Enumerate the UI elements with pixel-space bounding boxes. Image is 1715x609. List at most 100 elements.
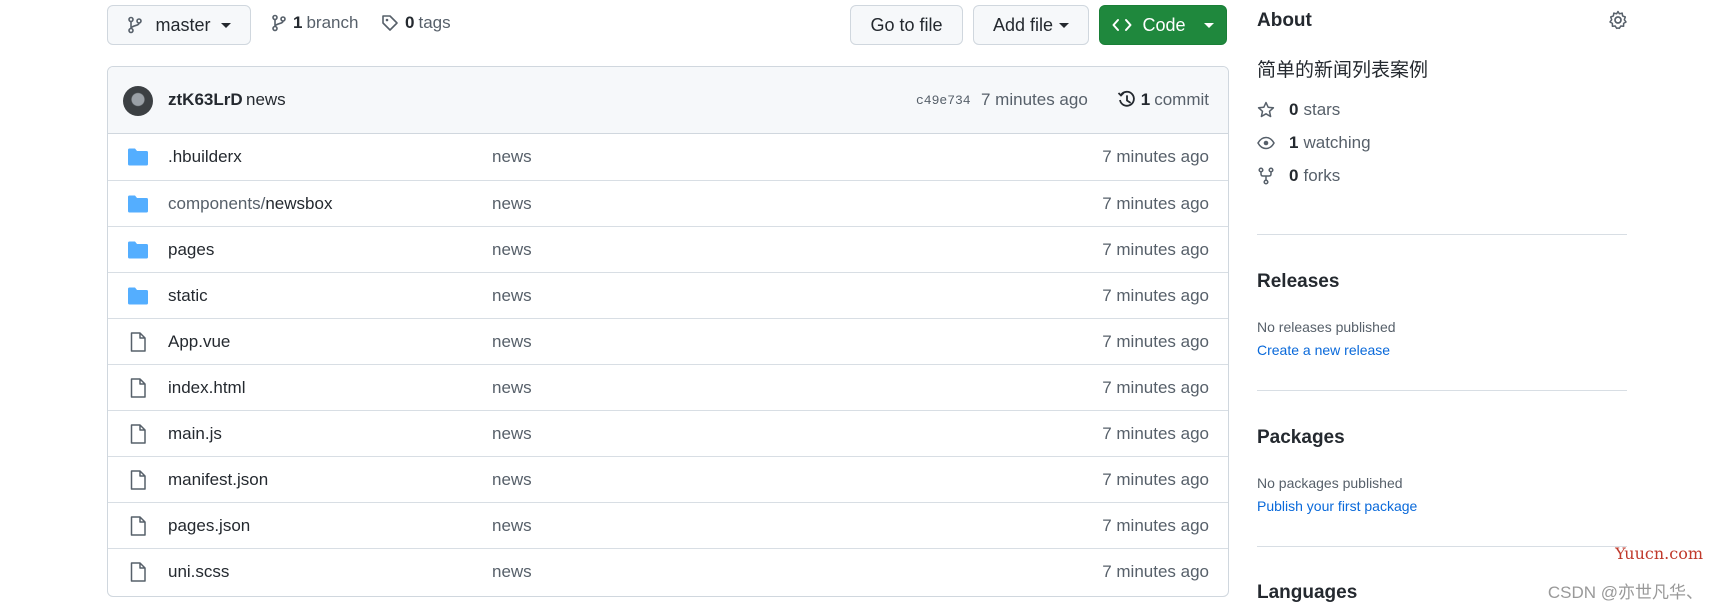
file-row[interactable]: pages.json news 7 minutes ago xyxy=(108,502,1228,548)
divider xyxy=(1257,234,1627,235)
releases-heading[interactable]: Releases xyxy=(1257,271,1339,293)
file-name-link[interactable]: main.js xyxy=(168,424,222,444)
file-commit-message[interactable]: news xyxy=(492,470,532,490)
file-commit-age: 7 minutes ago xyxy=(1102,239,1209,259)
branch-select-button[interactable]: master xyxy=(107,5,251,45)
code-button[interactable]: Code xyxy=(1099,5,1227,45)
file-name: .hbuilderx xyxy=(168,147,242,166)
file-name-link[interactable]: manifest.json xyxy=(168,470,268,490)
stars-link[interactable]: 0 stars xyxy=(1257,100,1340,120)
file-name-link[interactable]: pages.json xyxy=(168,516,250,536)
file-commit-message[interactable]: news xyxy=(492,286,532,306)
commit-author[interactable]: ztK63LrD xyxy=(168,90,243,110)
file-path-prefix: components/ xyxy=(168,193,266,213)
file-name: App.vue xyxy=(168,331,231,351)
about-heading: About xyxy=(1257,10,1312,31)
commit-message[interactable]: news xyxy=(246,90,286,110)
git-branch-icon xyxy=(128,16,143,34)
repo-description: 简单的新闻列表案例 xyxy=(1257,60,1429,81)
chevron-down-icon xyxy=(1059,22,1070,28)
file-name-link[interactable]: App.vue xyxy=(168,332,230,352)
file-commit-message[interactable]: news xyxy=(492,332,532,352)
commit-hash[interactable]: c49e734 xyxy=(916,93,971,108)
branches-link[interactable]: 1 branch xyxy=(271,13,358,33)
divider xyxy=(1257,390,1627,391)
gear-icon[interactable] xyxy=(1608,10,1628,30)
file-commit-age: 7 minutes ago xyxy=(1102,423,1209,443)
fork-icon xyxy=(1258,167,1274,185)
file-commit-message[interactable]: news xyxy=(492,562,532,582)
file-commit-message[interactable]: news xyxy=(492,147,532,167)
file-row[interactable]: index.html news 7 minutes ago xyxy=(108,364,1228,410)
file-commit-message[interactable]: news xyxy=(492,194,532,214)
releases-empty-text: No releases published xyxy=(1257,319,1396,335)
file-commit-message[interactable]: news xyxy=(492,378,532,398)
branches-label: branch xyxy=(306,13,359,32)
file-row[interactable]: static news 7 minutes ago xyxy=(108,272,1228,318)
code-label: Code xyxy=(1142,14,1186,35)
file-row[interactable]: .hbuilderx news 7 minutes ago xyxy=(108,134,1228,180)
tags-link[interactable]: 0 tags xyxy=(381,13,451,33)
file-name: index.html xyxy=(168,377,246,397)
tag-icon xyxy=(382,15,398,31)
file-name: uni.scss xyxy=(168,561,230,581)
file-name-link[interactable]: components/newsbox xyxy=(168,194,332,214)
file-name: static xyxy=(168,285,208,305)
watchers-link[interactable]: 1 watching xyxy=(1257,133,1371,153)
add-file-button[interactable]: Add file xyxy=(973,5,1089,45)
code-icon xyxy=(1112,19,1132,31)
divider xyxy=(1257,546,1627,547)
avatar[interactable] xyxy=(123,86,153,116)
create-release-link[interactable]: Create a new release xyxy=(1257,342,1390,358)
file-row[interactable]: manifest.json news 7 minutes ago xyxy=(108,456,1228,502)
watching-label: watching xyxy=(1303,133,1371,152)
file-name-link[interactable]: static xyxy=(168,286,208,306)
folder-icon xyxy=(127,194,149,214)
branches-count: 1 xyxy=(293,13,303,32)
commit-time: 7 minutes ago xyxy=(981,90,1088,109)
commits-count: 1 xyxy=(1140,90,1151,109)
file-icon xyxy=(127,332,149,352)
file-row[interactable]: main.js news 7 minutes ago xyxy=(108,410,1228,456)
file-name-link[interactable]: uni.scss xyxy=(168,562,229,582)
file-row[interactable]: uni.scss news 7 minutes ago xyxy=(108,548,1228,594)
file-icon xyxy=(127,378,149,398)
file-name: pages xyxy=(168,239,215,259)
tags-count: 0 xyxy=(405,13,415,32)
file-commit-message[interactable]: news xyxy=(492,240,532,260)
file-commit-message[interactable]: news xyxy=(492,424,532,444)
file-commit-age: 7 minutes ago xyxy=(1102,377,1209,397)
watching-count: 1 xyxy=(1289,133,1299,152)
file-browser: ztK63LrD news c49e734 7 minutes ago 1 co… xyxy=(107,66,1229,597)
file-row[interactable]: components/newsbox news 7 minutes ago xyxy=(108,180,1228,226)
file-name: manifest.json xyxy=(168,469,269,489)
file-row[interactable]: App.vue news 7 minutes ago xyxy=(108,318,1228,364)
stars-count: 0 xyxy=(1289,100,1299,119)
file-name-link[interactable]: index.html xyxy=(168,378,245,398)
add-file-label: Add file xyxy=(992,14,1054,35)
file-name-link[interactable]: pages xyxy=(168,240,214,260)
file-name: main.js xyxy=(168,423,222,443)
stars-label: stars xyxy=(1303,100,1341,119)
author-watermark: CSDN @亦世凡华、 xyxy=(1547,583,1703,602)
file-commit-age: 7 minutes ago xyxy=(1102,331,1209,351)
file-icon xyxy=(127,562,149,582)
file-row[interactable]: pages news 7 minutes ago xyxy=(108,226,1228,272)
latest-commit-bar: ztK63LrD news c49e734 7 minutes ago 1 co… xyxy=(108,67,1228,134)
publish-package-link[interactable]: Publish your first package xyxy=(1257,498,1417,514)
file-name: pages.json xyxy=(168,515,251,535)
site-watermark: Yuucn.com xyxy=(1615,544,1703,563)
file-commit-message[interactable]: news xyxy=(492,516,532,536)
file-name: newsbox xyxy=(265,193,333,213)
commits-label: commit xyxy=(1154,90,1209,109)
folder-icon xyxy=(127,240,149,260)
forks-link[interactable]: 0 forks xyxy=(1257,166,1340,186)
commits-history-link[interactable]: 1 commit xyxy=(1117,90,1209,110)
file-commit-age: 7 minutes ago xyxy=(1102,469,1209,489)
file-name-link[interactable]: .hbuilderx xyxy=(168,147,242,167)
go-to-file-button[interactable]: Go to file xyxy=(850,5,963,45)
branch-name: master xyxy=(155,14,211,35)
folder-icon xyxy=(127,286,149,306)
packages-heading[interactable]: Packages xyxy=(1257,427,1345,449)
chevron-down-icon xyxy=(1203,22,1214,28)
